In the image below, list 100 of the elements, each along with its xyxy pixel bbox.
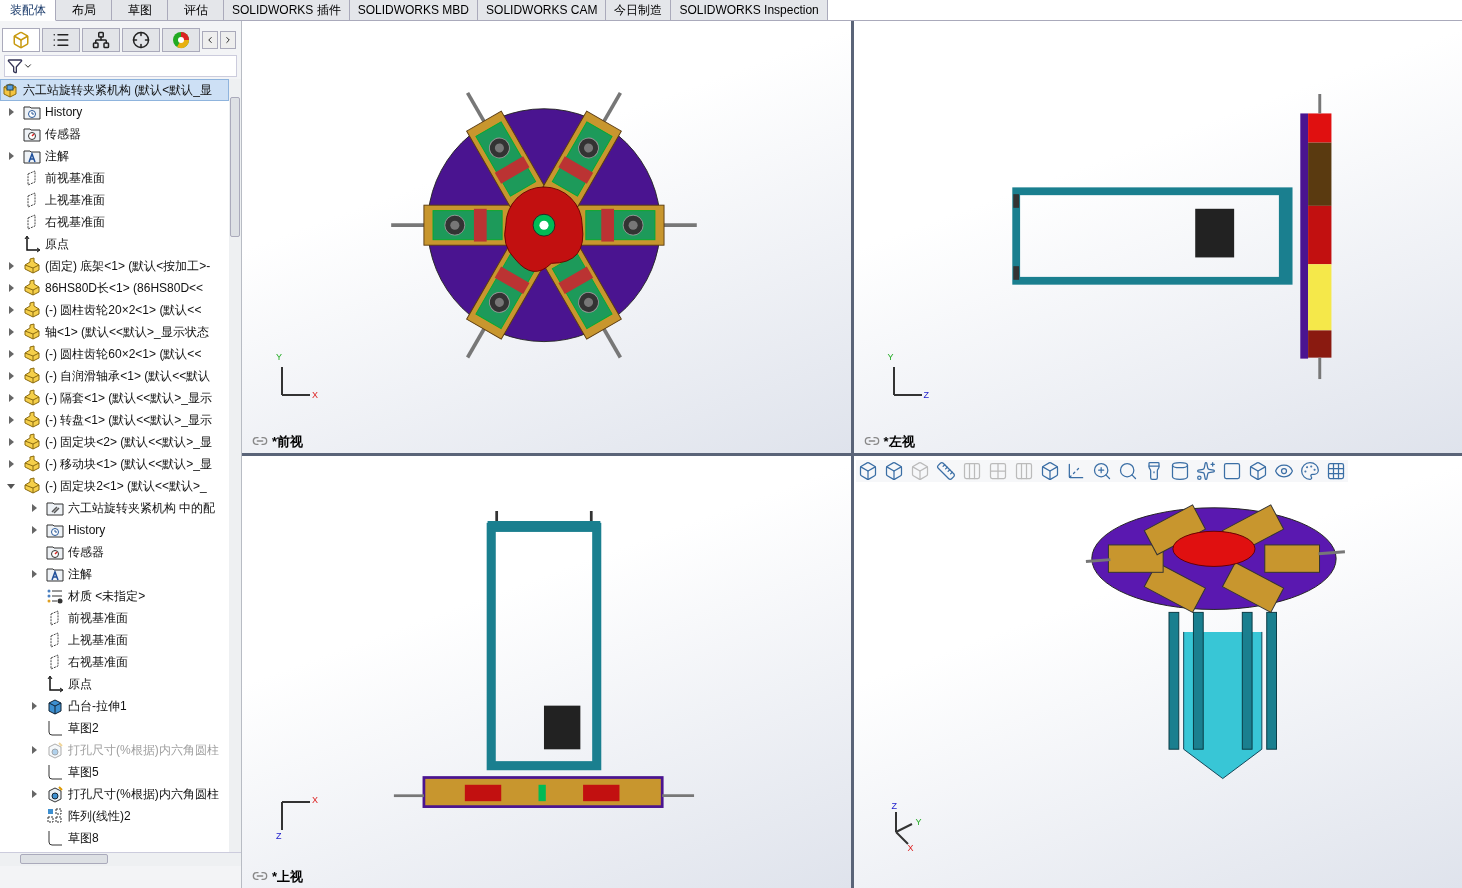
part-icon <box>23 323 41 341</box>
expand-arrow-icon[interactable] <box>7 416 15 424</box>
tree-item[interactable]: 右视基准面 <box>0 211 229 233</box>
tree-item[interactable]: 材质 <未指定> <box>0 585 229 607</box>
tree-item[interactable]: (-) 自润滑轴承<1> (默认<<默认 <box>0 365 229 387</box>
annotation-folder-icon <box>23 147 41 165</box>
tree-item[interactable]: 六工站旋转夹紧机构 (默认<默认_显 <box>0 79 229 101</box>
panel-tab[interactable] <box>122 28 160 52</box>
tree-item[interactable]: 注解 <box>0 563 229 585</box>
ribbon-tab[interactable]: SOLIDWORKS CAM <box>478 0 607 21</box>
tree-item[interactable]: 右视基准面 <box>0 651 229 673</box>
ribbon-tab[interactable]: 布局 <box>56 0 112 21</box>
tree-item[interactable]: 六工站旋转夹紧机构 中的配 <box>0 497 229 519</box>
cylinder-icon[interactable] <box>1169 461 1190 481</box>
tree-item[interactable]: (-) 圆柱齿轮60×2<1> (默认<< <box>0 343 229 365</box>
expand-arrow-icon[interactable] <box>30 570 38 578</box>
ribbon-tab[interactable]: SOLIDWORKS 插件 <box>224 0 350 21</box>
square-icon[interactable] <box>1221 461 1242 481</box>
tree-item[interactable]: (-) 移动块<1> (默认<<默认>_显 <box>0 453 229 475</box>
viewport[interactable]: X Z *上视 <box>242 456 851 888</box>
cube-icon[interactable] <box>857 461 878 481</box>
viewport[interactable]: Z Y X <box>853 456 1462 888</box>
horizontal-scrollbar[interactable] <box>0 852 241 866</box>
property-list-icon <box>52 31 70 49</box>
search-icon[interactable] <box>1117 461 1138 481</box>
linear-pattern-icon <box>46 807 64 825</box>
expand-arrow-icon[interactable] <box>7 460 15 468</box>
palette-icon[interactable] <box>1299 461 1320 481</box>
zoom-icon[interactable] <box>1091 461 1112 481</box>
tree-item[interactable]: (-) 转盘<1> (默认<<默认>_显示 <box>0 409 229 431</box>
tree-item[interactable]: 前视基准面 <box>0 167 229 189</box>
part-icon <box>23 455 41 473</box>
cube-icon[interactable] <box>1247 461 1268 481</box>
tree-item[interactable]: 阵列(线性)2 <box>0 805 229 827</box>
expand-arrow-icon[interactable] <box>7 394 15 402</box>
part-icon <box>23 301 41 319</box>
ribbon-tab[interactable]: 评估 <box>168 0 224 21</box>
collapse-arrow-icon[interactable] <box>7 482 15 490</box>
expand-arrow-icon[interactable] <box>30 504 38 512</box>
part-icon <box>23 257 41 275</box>
vertical-scrollbar[interactable] <box>229 79 241 852</box>
sketch-icon <box>46 829 64 847</box>
view-label: *前视 <box>272 432 304 451</box>
tree-item[interactable]: 86HS80D长<1> (86HS80D<< <box>0 277 229 299</box>
measure-icon[interactable] <box>935 461 956 481</box>
tree-item[interactable]: 上视基准面 <box>0 629 229 651</box>
tree-item[interactable]: (-) 隔套<1> (默认<<默认>_显示 <box>0 387 229 409</box>
sensor-folder-icon <box>23 125 41 143</box>
cube-icon[interactable] <box>1039 461 1060 481</box>
tree-item[interactable]: 打孔尺寸(%根据)内六角圆柱 <box>0 783 229 805</box>
viewport[interactable]: Y Z *左视 <box>853 21 1462 453</box>
expand-arrow-icon[interactable] <box>30 526 38 534</box>
expand-arrow-icon[interactable] <box>30 702 38 710</box>
crosshair-icon <box>132 31 150 49</box>
color-wheel-icon <box>172 31 190 49</box>
tree-item[interactable]: (-) 固定块2<1> (默认<<默认>_ <box>0 475 229 497</box>
tree-item[interactable]: 草图8 <box>0 827 229 849</box>
tree-item[interactable]: 前视基准面 <box>0 607 229 629</box>
axis-label: Y <box>915 816 922 829</box>
tree-item[interactable]: 传感器 <box>0 123 229 145</box>
history-folder-icon <box>23 103 41 121</box>
ribbon-tab[interactable]: 草图 <box>112 0 168 21</box>
ribbon-tab[interactable]: 今日制造 <box>606 0 672 21</box>
expand-arrow-icon[interactable] <box>7 152 15 160</box>
tree-item[interactable]: 草图5 <box>0 761 229 783</box>
ribbon-tab[interactable]: SOLIDWORKS MBD <box>349 0 479 21</box>
tree-item[interactable]: (-) 固定块<2> (默认<<默认>_显 <box>0 431 229 453</box>
expand-arrow-icon[interactable] <box>7 438 15 446</box>
viewport[interactable]: Y X *前视 <box>242 21 851 453</box>
tree-item[interactable]: 原点 <box>0 233 229 255</box>
tree-item[interactable]: (固定) 底架<1> (默认<按加工>- <box>0 255 229 277</box>
panel-tab[interactable] <box>42 28 80 52</box>
expand-arrow-icon[interactable] <box>7 328 15 336</box>
expand-arrow-icon[interactable] <box>7 262 15 270</box>
tree-item[interactable]: (-) 圆柱齿轮20×2<1> (默认<< <box>0 299 229 321</box>
tree-item[interactable]: 凸台-拉伸1 <box>0 695 229 717</box>
view-label: *左视 <box>883 432 915 451</box>
sparkle-icon[interactable] <box>1195 461 1216 481</box>
tree-item[interactable]: 上视基准面 <box>0 189 229 211</box>
expand-arrow-icon[interactable] <box>7 350 15 358</box>
mates-folder-icon <box>46 499 64 517</box>
tree-item[interactable]: History <box>0 101 229 123</box>
axis-label: Y <box>887 351 894 364</box>
sensor-folder-icon <box>46 543 64 561</box>
expand-arrow-icon[interactable] <box>7 284 15 292</box>
tree-item[interactable]: 注解 <box>0 145 229 167</box>
extrude-icon <box>46 697 64 715</box>
expand-arrow-icon[interactable] <box>7 306 15 314</box>
cube-icon[interactable] <box>883 461 904 481</box>
expand-arrow-icon[interactable] <box>30 790 38 798</box>
tree-item[interactable]: 传感器 <box>0 541 229 563</box>
grid-icon[interactable] <box>1325 461 1346 481</box>
expand-arrow-icon[interactable] <box>7 372 15 380</box>
tree-item[interactable]: 草图2 <box>0 717 229 739</box>
ribbon-tab[interactable]: SOLIDWORKS Inspection <box>671 0 828 21</box>
panel-tab[interactable] <box>82 28 120 52</box>
tree-item[interactable]: 原点 <box>0 673 229 695</box>
expand-arrow-icon[interactable] <box>7 108 15 116</box>
tree-item[interactable]: 轴<1> (默认<<默认>_显示状态 <box>0 321 229 343</box>
tree-item[interactable]: History <box>0 519 229 541</box>
